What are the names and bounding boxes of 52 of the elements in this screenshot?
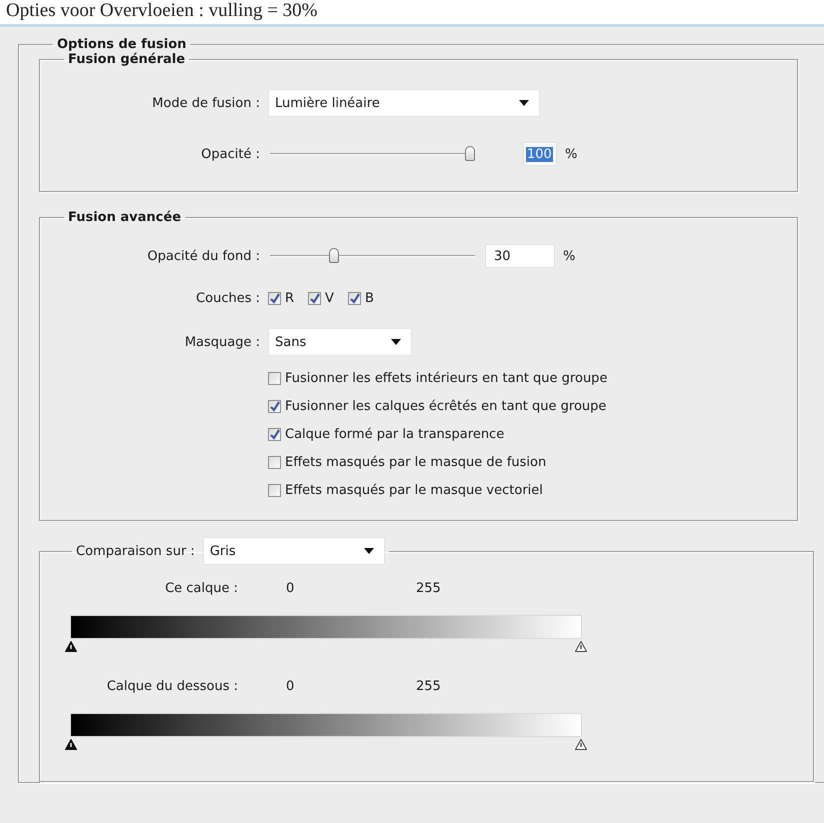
slider-thumb[interactable] [465, 146, 475, 161]
checkbox[interactable] [268, 484, 281, 497]
field-label: Masquage : [184, 334, 261, 350]
slider-handle-icon[interactable] [575, 739, 587, 750]
caret-icon [364, 548, 374, 554]
checkbox-label: Fusionner les calques écrêtés en tant que groupe [285, 399, 606, 414]
number-field[interactable]: 30 [485, 244, 555, 268]
caret-icon [519, 100, 529, 106]
caret-icon [391, 339, 401, 345]
range-max-value: 255 [416, 678, 441, 694]
group-title: Fusion générale [68, 52, 186, 67]
checkmark-icon [310, 292, 320, 304]
unit-label: % [565, 146, 578, 162]
field-label: Opacité : [200, 146, 261, 162]
checkbox[interactable] [268, 428, 281, 441]
checkbox-label: Effets masqués par le masque vectoriel [285, 483, 543, 498]
slider-thumb[interactable] [328, 248, 338, 263]
field-label: Couches : [195, 290, 261, 306]
group-title: Fusion avancée [68, 210, 182, 225]
range-max-value: 255 [416, 580, 441, 596]
field-label: Comparaison sur : [76, 544, 195, 558]
checkbox-label: Effets masqués par le masque de fusion [285, 455, 546, 470]
checkbox-label: R [285, 290, 294, 306]
dropdown[interactable]: Lumière linéaire [268, 89, 540, 117]
field-label: Mode de fusion : [151, 96, 261, 110]
checkbox[interactable] [268, 400, 281, 413]
checkbox-label: Fusionner les effets intérieurs en tant que groupe [285, 371, 608, 386]
field-label: Calque du dessous : [106, 678, 239, 694]
range-min-value: 0 [285, 678, 296, 694]
dropdown[interactable]: Sans [268, 328, 412, 356]
field-label: Opacité du fond : [146, 248, 261, 264]
checkbox-label: B [364, 290, 374, 306]
slider-handle-icon[interactable] [65, 641, 77, 652]
field-label: Ce calque : [164, 580, 239, 596]
slider-handle-icon[interactable] [65, 739, 77, 750]
dropdown[interactable]: Gris [202, 537, 385, 565]
checkmark-icon [350, 292, 360, 304]
number-field[interactable]: 100 [523, 142, 557, 166]
checkbox[interactable] [268, 292, 281, 304]
checkmark-icon [270, 429, 280, 440]
checkmark-icon [270, 401, 280, 412]
slider-handle-icon[interactable] [575, 641, 587, 652]
checkmark-icon [270, 292, 280, 304]
checkbox[interactable] [348, 292, 361, 304]
checkbox[interactable] [308, 292, 322, 304]
checkbox[interactable] [268, 372, 281, 385]
unit-label: % [563, 248, 576, 264]
range-min-value: 0 [285, 580, 296, 596]
checkbox[interactable] [268, 456, 281, 469]
checkbox-label: V [325, 290, 334, 306]
checkbox-label: Calque formé par la transparence [285, 427, 504, 442]
group-title: Options de fusion [57, 37, 186, 52]
